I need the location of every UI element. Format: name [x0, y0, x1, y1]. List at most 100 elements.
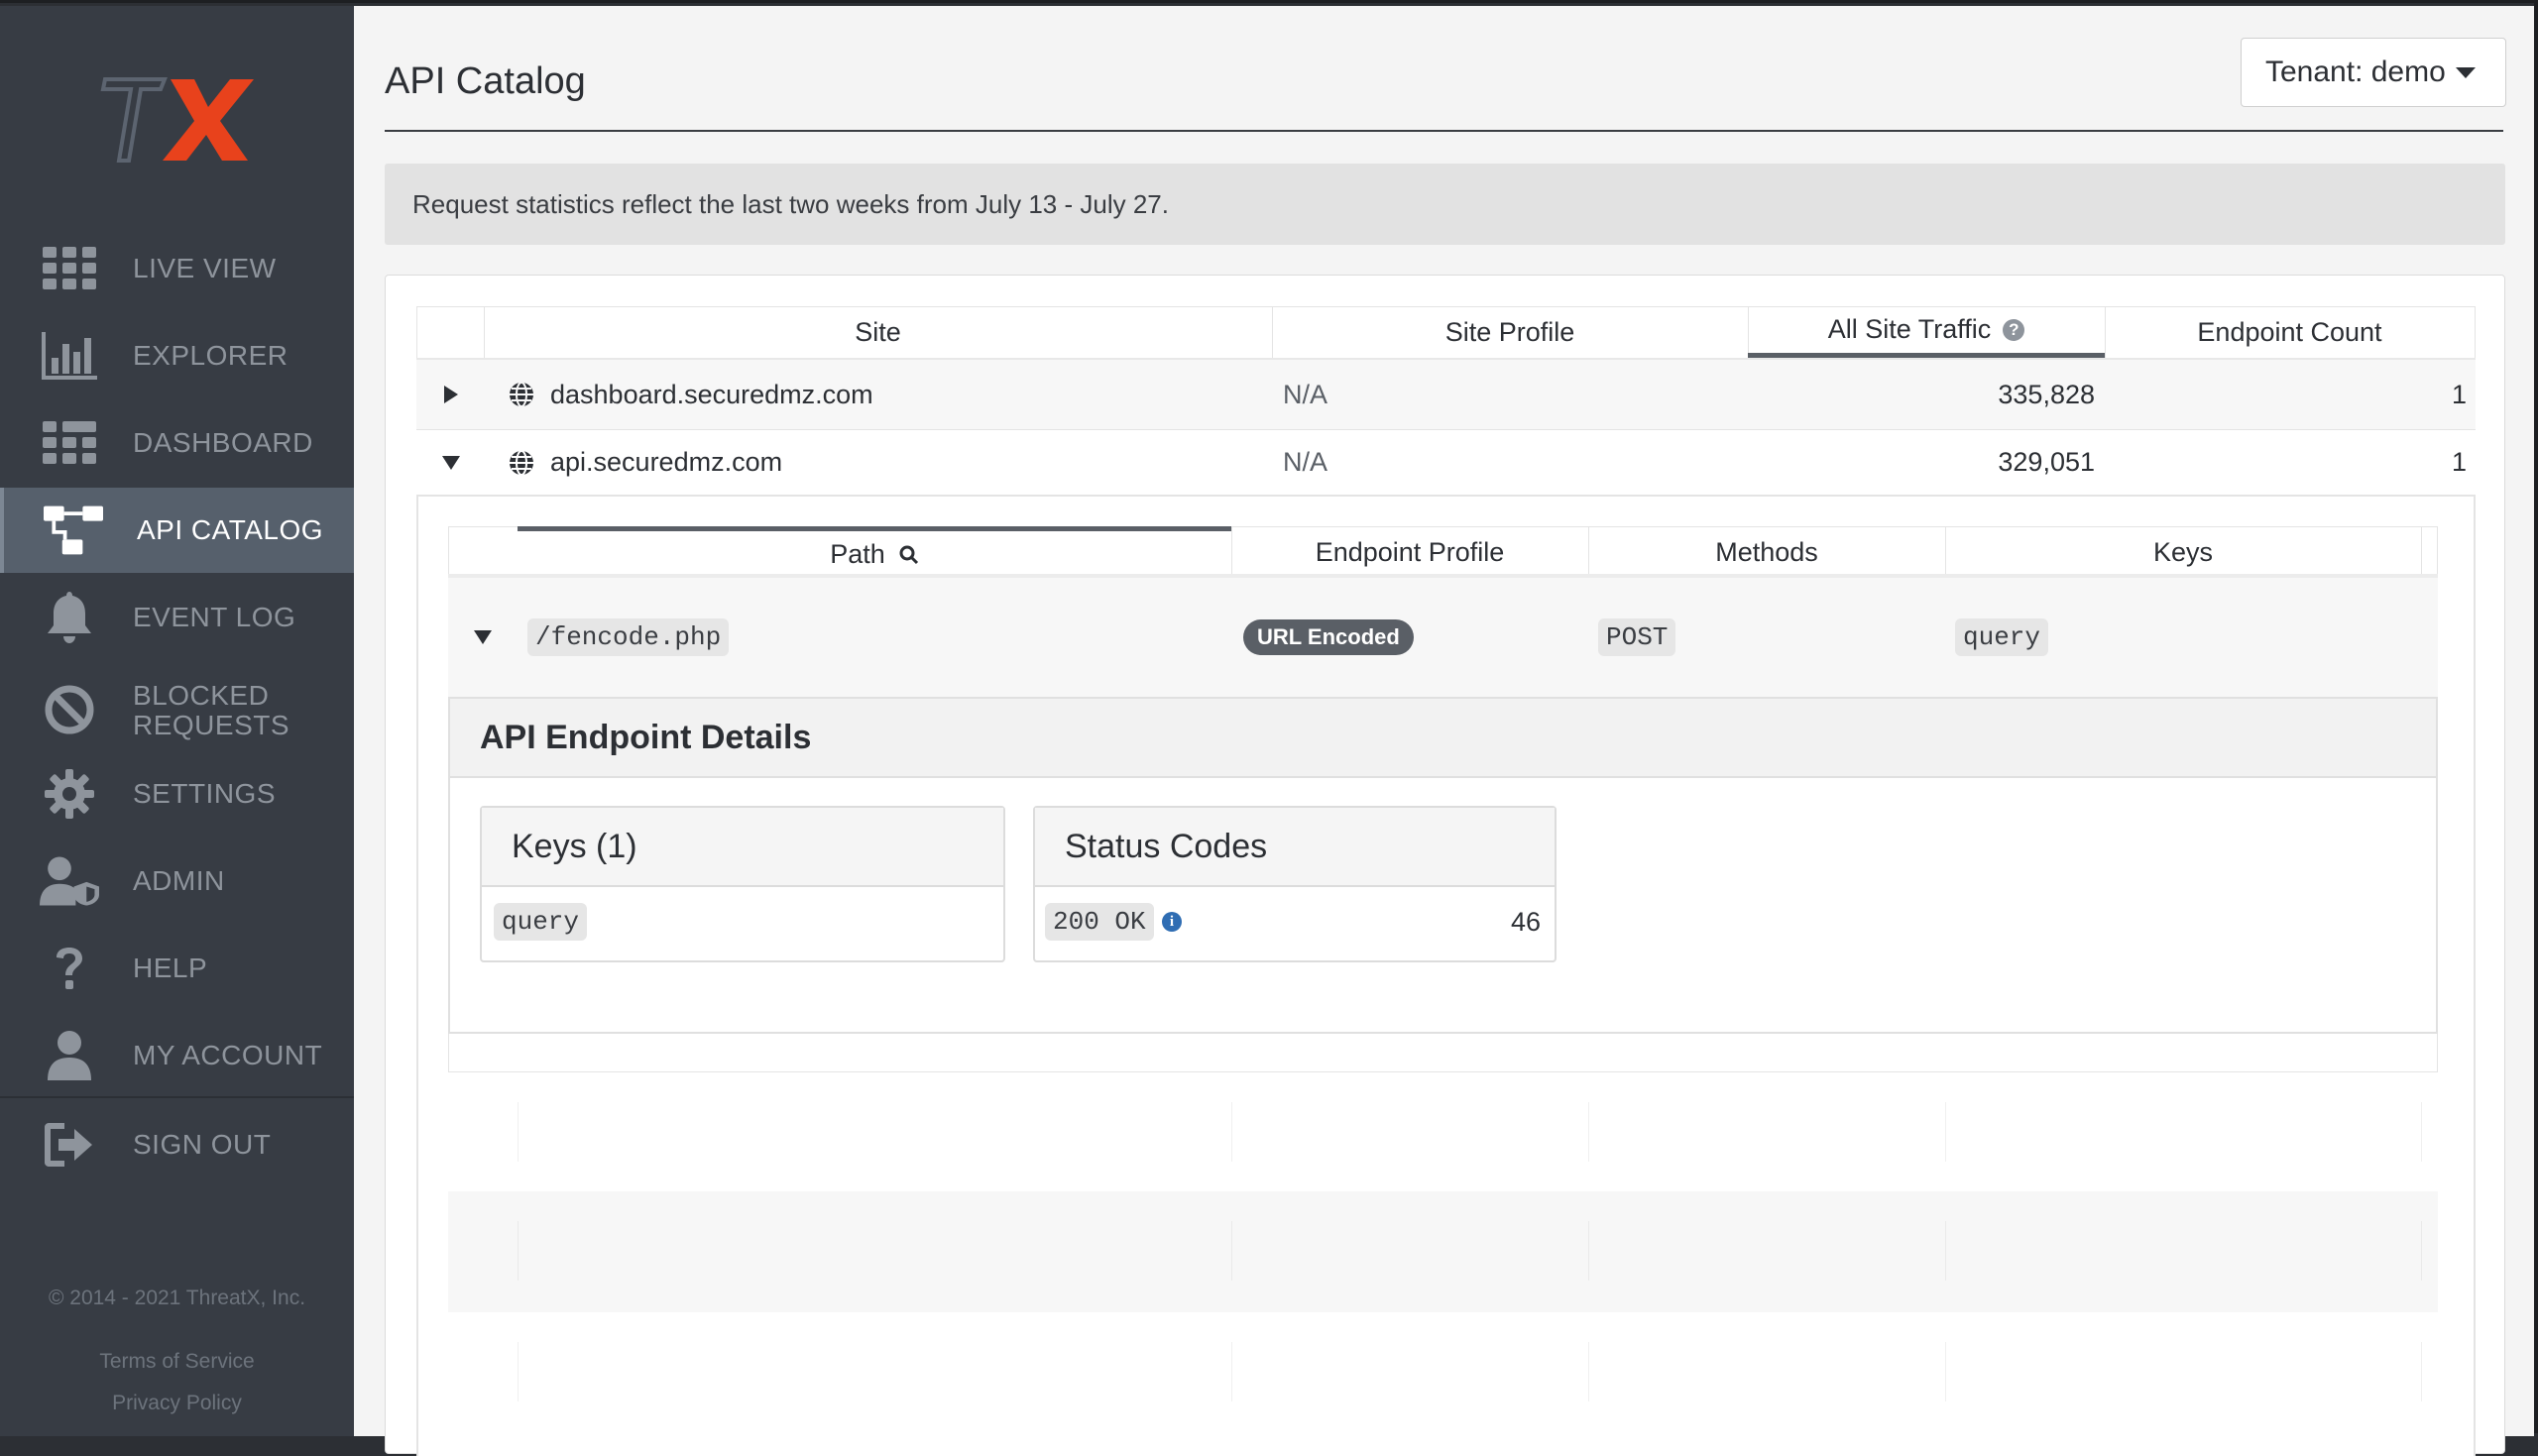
nav-label: DASHBOARD	[133, 427, 313, 458]
stats-notice: Request statistics reflect the last two …	[385, 164, 2505, 245]
endpoint-count: 1	[2451, 379, 2467, 409]
title-divider	[385, 130, 2503, 132]
nav-label: LIVE VIEW	[133, 253, 277, 283]
tenant-label: Tenant: demo	[2265, 56, 2446, 88]
globe-icon	[508, 430, 535, 495]
site-traffic: 329,051	[1998, 447, 2095, 477]
endpoints-table: Path Endpoint Profile Methods Keys /fenc…	[448, 526, 2438, 1421]
site-name[interactable]: dashboard.securedmz.com	[550, 360, 873, 429]
nav-label: BLOCKED	[133, 680, 270, 711]
status-code-count: 46	[1510, 906, 1541, 937]
expand-triangle-icon[interactable]	[444, 360, 458, 429]
copyright-text: © 2014 - 2021 ThreatX, Inc.	[48, 1287, 306, 1309]
help-circle-icon[interactable]: ?	[2003, 318, 2025, 341]
app-window: LIVE VIEW EXPLORER DASHBOARD API CATALOG…	[0, 0, 2538, 1456]
col-divider	[2421, 526, 2422, 574]
nav-settings[interactable]: SETTINGS	[0, 751, 354, 837]
api-tree-icon	[44, 501, 103, 560]
nav-explorer[interactable]: EXPLORER	[0, 313, 354, 398]
table-row-empty	[448, 1191, 2438, 1312]
search-icon[interactable]	[899, 545, 919, 565]
col-header-path[interactable]: Path	[518, 526, 1231, 578]
nav-label: MY ACCOUNT	[133, 1040, 323, 1070]
nav-label: ADMIN	[133, 865, 225, 896]
sidebar: LIVE VIEW EXPLORER DASHBOARD API CATALOG…	[0, 6, 354, 1436]
status-box-header: Status Codes	[1035, 808, 1555, 887]
info-icon[interactable]: i	[1162, 891, 1182, 952]
method-tag: POST	[1598, 578, 1676, 697]
status-codes-box: Status Codes 200 OK i 46	[1033, 806, 1557, 962]
nav-label: SETTINGS	[133, 778, 277, 809]
nav-sign-out[interactable]: SIGN OUT	[0, 1102, 354, 1187]
col-header-endpoint-profile[interactable]: Endpoint Profile	[1231, 526, 1588, 578]
keys-box-title: Keys (1)	[512, 828, 637, 865]
user-icon	[40, 1026, 99, 1085]
col-header-label: Path	[830, 539, 885, 569]
table-row[interactable]: /fencode.php URL Encoded POST query	[448, 578, 2438, 697]
sign-out-icon	[40, 1115, 99, 1175]
collapse-triangle-icon[interactable]	[474, 578, 492, 697]
bell-icon	[40, 588, 99, 647]
col-header-label: All Site Traffic	[1827, 314, 1992, 344]
endpoints-subpanel: Path Endpoint Profile Methods Keys /fenc…	[416, 495, 2476, 1456]
details-header: API Endpoint Details	[450, 699, 2436, 778]
nav-label: EXPLORER	[133, 340, 288, 371]
keys-box: Keys (1) query	[480, 806, 1005, 962]
tenant-dropdown[interactable]: Tenant: demo	[2241, 38, 2506, 107]
nav-label: SIGN OUT	[133, 1129, 272, 1160]
nav-dashboard[interactable]: DASHBOARD	[0, 400, 354, 486]
site-profile: N/A	[1283, 447, 1328, 477]
collapse-triangle-icon[interactable]	[442, 430, 460, 495]
endpoint-profile-badge: URL Encoded	[1243, 578, 1414, 697]
col-header-site[interactable]: Site	[484, 306, 1272, 358]
endpoint-count: 1	[2451, 447, 2467, 477]
sites-table: Site Site Profile All Site Traffic ? End…	[416, 306, 2476, 504]
col-header-keys[interactable]: Keys	[1945, 526, 2421, 578]
col-header-all-site-traffic[interactable]: All Site Traffic ?	[1748, 306, 2105, 358]
nav-label: EVENT LOG	[133, 602, 296, 632]
nav-admin[interactable]: ADMIN	[0, 839, 354, 924]
nav-blocked-requests[interactable]: BLOCKED REQUESTS	[0, 667, 354, 752]
endpoint-details-panel: API Endpoint Details Keys (1) query Stat…	[448, 697, 2438, 1034]
site-name[interactable]: api.securedmz.com	[550, 430, 782, 495]
table-row[interactable]: dashboard.securedmz.com N/A 335,828 1	[416, 360, 2476, 429]
nav-api-catalog[interactable]: API CATALOG	[0, 488, 354, 573]
privacy-link[interactable]: Privacy Policy	[0, 1392, 354, 1415]
table-row-empty	[448, 1072, 2438, 1191]
nav-label: HELP	[133, 952, 208, 983]
status-box-title: Status Codes	[1065, 828, 1268, 865]
status-code-tag: 200 OK	[1045, 891, 1154, 952]
keys-box-header: Keys (1)	[482, 808, 1003, 887]
gear-icon	[40, 764, 99, 824]
col-header-endpoint-count[interactable]: Endpoint Count	[2105, 306, 2475, 358]
blocked-icon	[40, 680, 99, 739]
nav-label-line2: REQUESTS	[133, 710, 290, 740]
terms-link[interactable]: Terms of Service	[0, 1350, 354, 1374]
details-title: API Endpoint Details	[480, 719, 812, 756]
nav-my-account[interactable]: MY ACCOUNT	[0, 1013, 354, 1098]
nav-event-log[interactable]: EVENT LOG	[0, 575, 354, 660]
key-tag: query	[1955, 578, 2049, 697]
col-header-site-profile[interactable]: Site Profile	[1272, 306, 1748, 358]
nav-label: API CATALOG	[137, 514, 324, 545]
site-profile: N/A	[1283, 379, 1328, 409]
key-tag: query	[494, 891, 588, 952]
nav-live-view[interactable]: LIVE VIEW	[0, 226, 354, 311]
catalog-card: Site Site Profile All Site Traffic ? End…	[385, 275, 2505, 1456]
table-row-empty	[448, 1312, 2438, 1421]
nav-help[interactable]: HELP	[0, 926, 354, 1011]
caret-down-icon	[2455, 66, 2476, 78]
globe-icon	[508, 360, 535, 429]
site-traffic: 335,828	[1998, 379, 2095, 409]
page-title: API Catalog	[385, 60, 586, 102]
grid-icon	[40, 239, 99, 298]
bar-chart-icon	[40, 326, 99, 386]
main-content: API Catalog Tenant: demo Request statist…	[354, 6, 2534, 1456]
sidebar-divider	[0, 1096, 354, 1098]
table-row[interactable]: api.securedmz.com N/A 329,051 1	[416, 430, 2476, 495]
question-icon	[40, 939, 99, 998]
endpoint-path[interactable]: /fencode.php	[527, 578, 730, 697]
dashboard-grid-icon	[40, 413, 99, 473]
col-header-methods[interactable]: Methods	[1588, 526, 1945, 578]
threatx-logo[interactable]	[99, 71, 258, 170]
